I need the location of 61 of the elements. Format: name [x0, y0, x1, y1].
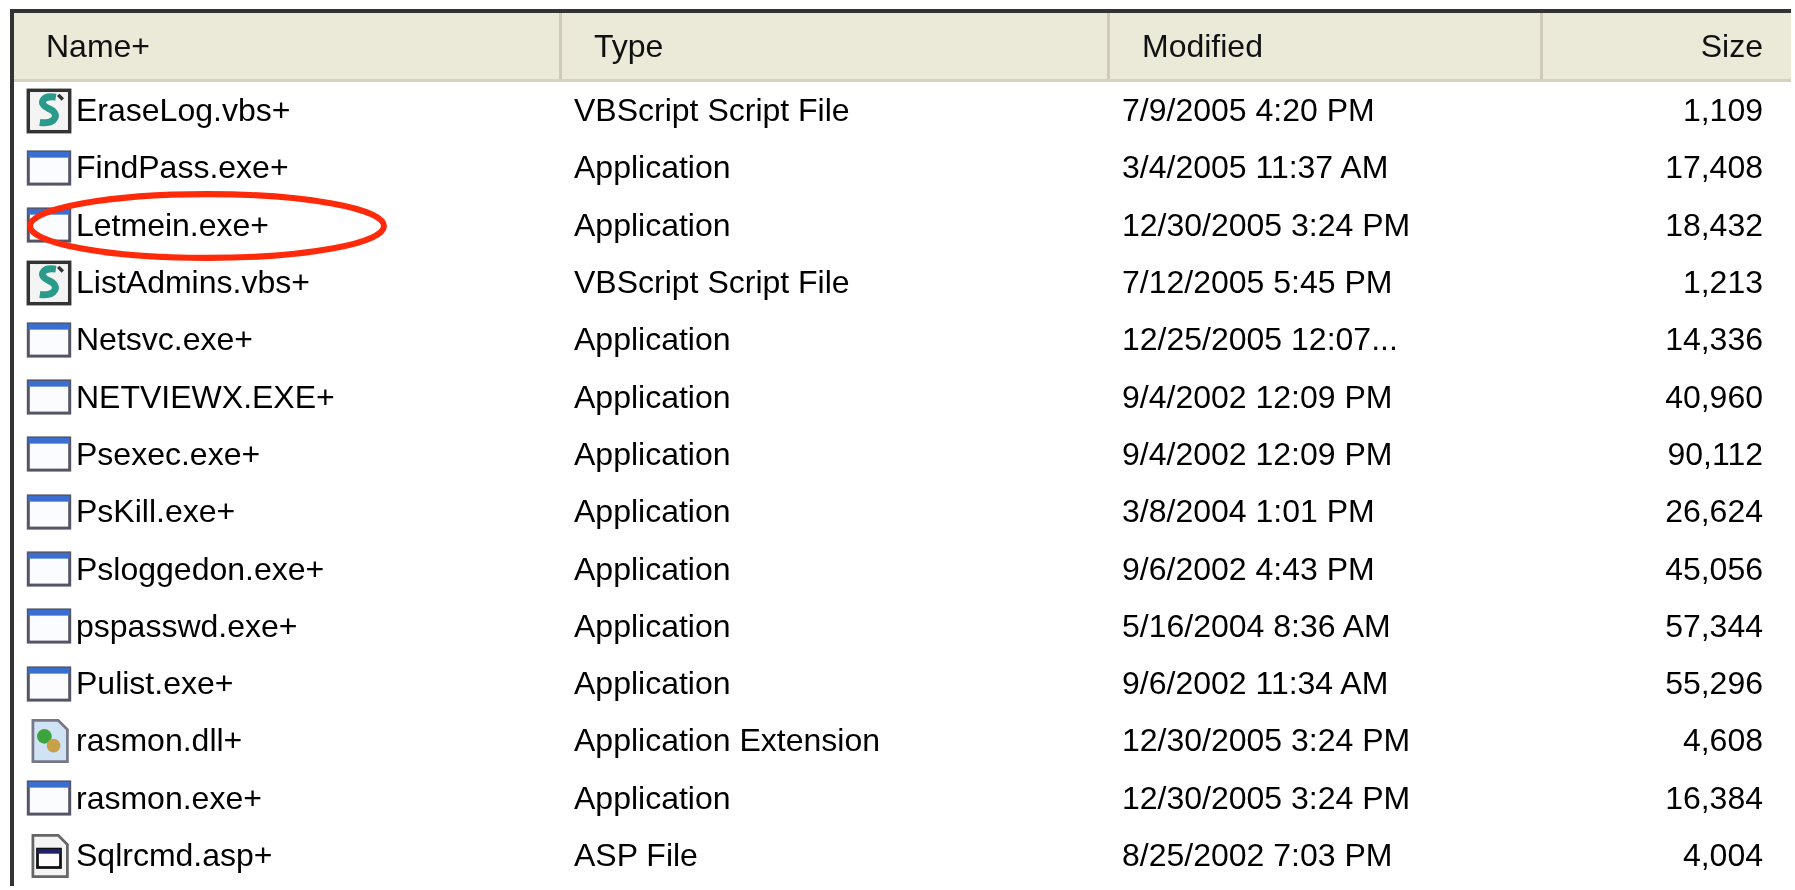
file-size: 4,004 — [1681, 837, 1764, 874]
file-type: Application — [573, 493, 732, 531]
file-name[interactable]: Sqlrcmd.asp+ — [76, 837, 273, 874]
column-header[interactable]: Size — [1543, 13, 1791, 79]
file-name[interactable]: Pulist.exe+ — [76, 665, 234, 703]
modified-date: 9/6/2002 4:43 PM — [1121, 550, 1376, 588]
column-header[interactable]: Name+ — [14, 13, 562, 79]
file-type: ASP File — [573, 837, 699, 874]
file-name[interactable]: NETVIEWX.EXE+ — [76, 378, 335, 416]
file-size: 55,296 — [1664, 665, 1764, 703]
file-type: Application — [573, 149, 732, 187]
modified-date: 12/30/2005 3:24 PM — [1121, 722, 1412, 760]
modified-date: 7/9/2005 4:20 PM — [1121, 92, 1376, 130]
file-name[interactable]: EraseLog.vbs+ — [76, 92, 291, 130]
modified-date: 7/12/2005 5:45 PM — [1121, 264, 1394, 302]
file-name[interactable]: rasmon.dll+ — [76, 722, 243, 760]
file-type: VBScript Script File — [573, 92, 851, 130]
modified-date: 3/8/2004 1:01 PM — [1121, 493, 1376, 531]
modified-date: 9/6/2002 11:34 AM — [1121, 665, 1390, 703]
file-size: 57,344 — [1664, 607, 1764, 645]
script-file-icon — [26, 259, 72, 306]
file-size: 40,960 — [1664, 378, 1764, 416]
file-size: 4,608 — [1681, 722, 1764, 760]
file-type: Application — [573, 607, 732, 645]
modified-date: 5/16/2004 8:36 AM — [1121, 607, 1392, 645]
modified-date: 9/4/2002 12:09 PM — [1121, 378, 1394, 416]
modified-date: 8/25/2002 7:03 PM — [1121, 837, 1394, 874]
modified-date: 9/4/2002 12:09 PM — [1121, 435, 1394, 473]
file-type: VBScript Script File — [573, 264, 851, 302]
file-size: 1,213 — [1681, 264, 1764, 302]
modified-date: 3/4/2005 11:37 AM — [1121, 149, 1390, 187]
script-file-icon — [26, 87, 72, 134]
modified-date: 12/25/2005 12:07... — [1121, 321, 1399, 359]
modified-date: 12/30/2005 3:24 PM — [1121, 206, 1412, 244]
file-size: 90,112 — [1666, 435, 1764, 473]
file-name[interactable]: ListAdmins.vbs+ — [76, 264, 310, 302]
file-name[interactable]: pspasswd.exe+ — [76, 607, 298, 645]
file-size: 26,624 — [1664, 493, 1764, 531]
file-type: Application — [573, 435, 732, 473]
file-type: Application — [573, 665, 732, 703]
file-size: 18,432 — [1664, 206, 1764, 244]
file-name[interactable]: PsKill.exe+ — [76, 493, 236, 531]
column-header[interactable]: Type — [562, 13, 1110, 79]
file-size: 17,408 — [1664, 149, 1764, 187]
modified-date: 12/30/2005 3:24 PM — [1121, 779, 1412, 817]
file-size: 45,056 — [1664, 550, 1764, 588]
file-name[interactable]: Netsvc.exe+ — [76, 321, 253, 359]
file-type: Application — [573, 779, 732, 817]
file-type: Application Extension — [573, 722, 881, 760]
file-type: Application — [573, 550, 732, 588]
file-type: Application — [573, 206, 732, 244]
column-header[interactable]: Modified — [1110, 13, 1543, 79]
file-name[interactable]: rasmon.exe+ — [76, 779, 262, 817]
file-type: Application — [573, 378, 732, 416]
file-name[interactable]: Psexec.exe+ — [76, 435, 261, 473]
file-size: 16,384 — [1664, 779, 1764, 817]
file-name[interactable]: Psloggedon.exe+ — [76, 550, 325, 588]
file-size: 1,109 — [1681, 92, 1764, 130]
file-name[interactable]: FindPass.exe+ — [76, 149, 289, 187]
file-size: 14,336 — [1664, 321, 1764, 359]
file-type: Application — [573, 321, 732, 359]
